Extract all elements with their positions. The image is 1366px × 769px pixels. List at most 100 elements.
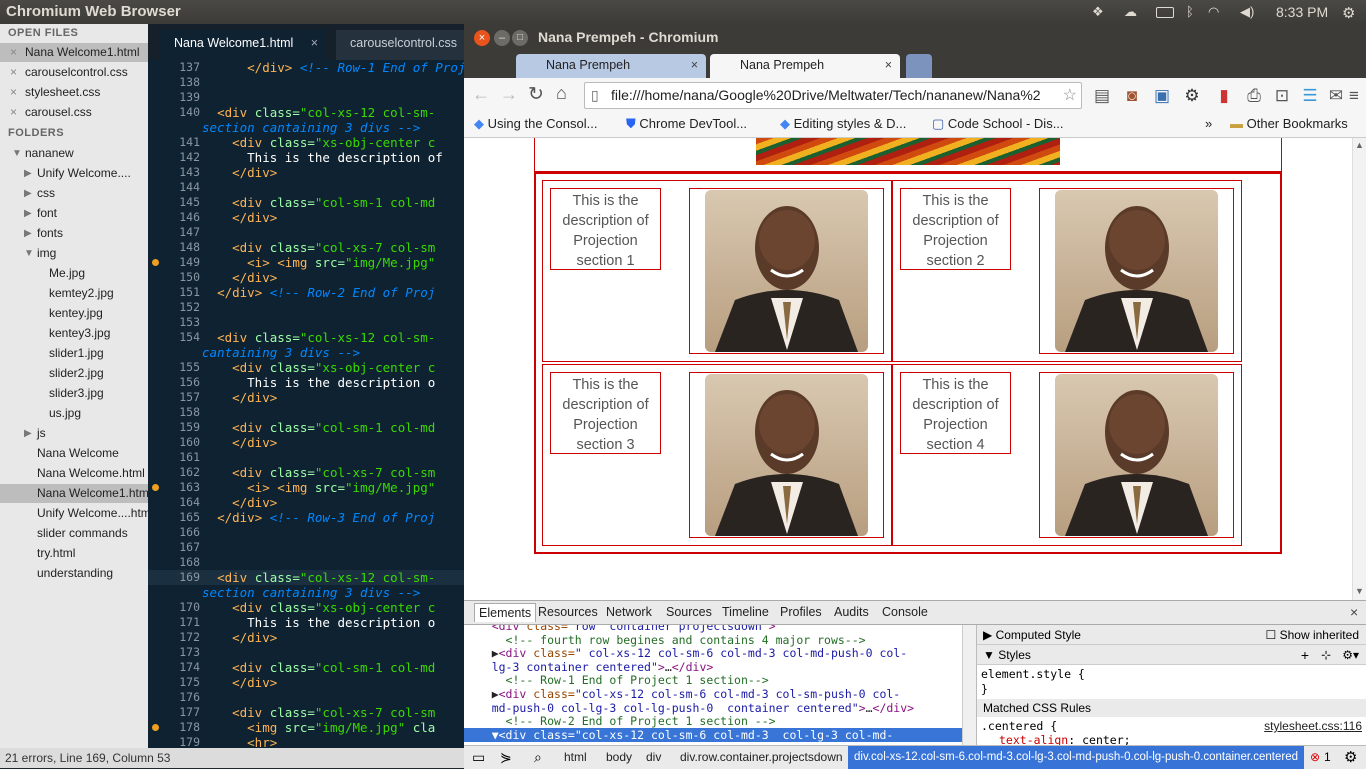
code-line[interactable]: cantaining 3 divs -->	[148, 345, 464, 360]
code-line[interactable]: 141 <div class="xs-obj-center c	[148, 135, 464, 150]
devtools-tab[interactable]: Audits	[834, 605, 869, 619]
lock-extension-icon[interactable]: ⊡	[1272, 86, 1292, 106]
folder-collapsed-chevron-icon[interactable]: ▶	[24, 164, 32, 183]
close-icon[interactable]: ×	[10, 43, 17, 62]
element-style-rule[interactable]: element.style {	[981, 667, 1085, 681]
code-line[interactable]: 156 This is the description o	[148, 375, 464, 390]
error-icon[interactable]: ⊗	[1310, 750, 1320, 764]
page-scrollbar[interactable]: ▲ ▼	[1352, 138, 1366, 600]
tree-file-item[interactable]: understanding	[0, 564, 148, 583]
tree-file-item[interactable]: try.html	[0, 544, 148, 563]
tree-file-item[interactable]: Nana Welcome1.html	[0, 484, 148, 503]
dom-breadcrumb[interactable]: div	[646, 750, 661, 764]
tree-file-item[interactable]: kemtey2.jpg	[0, 284, 148, 303]
tree-file-item[interactable]: slider2.jpg	[0, 364, 148, 383]
bookmark-item[interactable]: ◆ Using the Consol...	[474, 116, 597, 132]
tree-folder-item[interactable]: ▼ nananew	[0, 144, 148, 163]
code-line[interactable]: 178 <img src="img/Me.jpg" cla	[148, 720, 464, 735]
tree-folder-item[interactable]: ▶ css	[0, 184, 148, 203]
dom-node[interactable]: ▶<div class=" col-xs-12 col-sm-6 col-md-…	[464, 646, 962, 660]
address-bar[interactable]: ▯ file:///home/nana/Google%20Drive/Meltw…	[584, 82, 1082, 109]
code-line[interactable]: 164 </div>	[148, 495, 464, 510]
code-line[interactable]: 149 <i> <img src="img/Me.jpg"	[148, 255, 464, 270]
devtools-tab[interactable]: Console	[882, 605, 928, 619]
volume-icon[interactable]: ◀)	[1240, 4, 1254, 20]
code-line[interactable]: 148 <div class="col-xs-7 col-sm	[148, 240, 464, 255]
lint-error-marker[interactable]	[152, 724, 159, 731]
folder-collapsed-chevron-icon[interactable]: ▶	[24, 184, 32, 203]
chat-extension-icon[interactable]: ☰	[1300, 86, 1320, 106]
code-line[interactable]: 151 </div> <!-- Row-2 End of Proj	[148, 285, 464, 300]
code-line[interactable]: 166	[148, 525, 464, 540]
code-line[interactable]: 162 <div class="col-xs-7 col-sm	[148, 465, 464, 480]
extension-gear-icon[interactable]: ⚙	[1182, 86, 1202, 106]
tree-file-item[interactable]: kentey.jpg	[0, 304, 148, 323]
other-bookmarks[interactable]: ▬ Other Bookmarks	[1230, 116, 1348, 131]
code-line[interactable]: 147	[148, 225, 464, 240]
code-line[interactable]: 139	[148, 90, 464, 105]
tree-folder-item[interactable]: ▶ Unify Welcome....	[0, 164, 148, 183]
dom-node[interactable]: <!-- Row-1 End of Project 1 section-->	[464, 673, 962, 687]
dom-scrollbar[interactable]	[962, 625, 976, 745]
open-file-item[interactable]: × carousel.css	[0, 103, 148, 122]
editor-tab-active[interactable]: Nana Welcome1.html ×	[160, 30, 326, 60]
close-icon[interactable]: ×	[885, 54, 892, 76]
open-file-item[interactable]: × Nana Welcome1.html	[0, 43, 148, 62]
bookmark-item[interactable]: ⛊ Chrome DevTool...	[626, 116, 747, 132]
lint-error-marker[interactable]	[152, 259, 159, 266]
page-viewport[interactable]: This is the description of Projection se…	[464, 138, 1352, 600]
minimize-window-icon[interactable]: –	[494, 30, 510, 46]
tree-folder-item[interactable]: ▶ js	[0, 424, 148, 443]
tree-file-item[interactable]: slider commands	[0, 524, 148, 543]
code-line[interactable]: 173	[148, 645, 464, 660]
forward-icon[interactable]: →	[500, 84, 518, 105]
tree-file-item[interactable]: Me.jpg	[0, 264, 148, 283]
code-line[interactable]: 144	[148, 180, 464, 195]
tree-file-item[interactable]: Nana Welcome.html	[0, 464, 148, 483]
tree-file-item[interactable]: us.jpg	[0, 404, 148, 423]
code-line[interactable]: 176	[148, 690, 464, 705]
code-line[interactable]: 174 <div class="col-sm-1 col-md	[148, 660, 464, 675]
dom-node[interactable]: md-push-0 col-lg-3 col-lg-push-0 contain…	[464, 701, 962, 715]
devtools-tab[interactable]: Elements	[474, 603, 537, 622]
computed-style-section[interactable]: ▶ Computed Style ☐ Show inherited	[977, 625, 1366, 645]
close-icon[interactable]: ×	[691, 54, 698, 76]
code-line[interactable]: 143 </div>	[148, 165, 464, 180]
tree-file-item[interactable]: Unify Welcome....html	[0, 504, 148, 523]
tree-folder-item[interactable]: ▶ fonts	[0, 224, 148, 243]
close-icon[interactable]: ×	[10, 103, 17, 122]
dock-toggle-icon[interactable]: ▭	[472, 749, 485, 766]
tree-file-item[interactable]: Nana Welcome	[0, 444, 148, 463]
show-inherited-toggle[interactable]: ☐ Show inherited	[1266, 625, 1359, 645]
battery-icon[interactable]	[1156, 7, 1174, 18]
cloud-icon[interactable]: ☁	[1124, 4, 1137, 20]
dom-node[interactable]: <!-- Row-2 End of Project 1 section -->	[464, 714, 962, 728]
css-rule-selector[interactable]: .centered {	[981, 719, 1057, 733]
folder-collapsed-chevron-icon[interactable]: ▶	[24, 204, 32, 223]
settings-gear-icon[interactable]: ⚙	[1342, 4, 1355, 22]
code-line[interactable]: 155 <div class="xs-obj-center c	[148, 360, 464, 375]
tree-folder-item[interactable]: ▶ font	[0, 204, 148, 223]
scroll-up-icon[interactable]: ▲	[1355, 140, 1364, 150]
tree-file-item[interactable]: slider3.jpg	[0, 384, 148, 403]
pdf-extension-icon[interactable]: ▮	[1214, 86, 1234, 106]
styles-settings-icon[interactable]: ⚙▾	[1342, 645, 1359, 665]
close-window-icon[interactable]: ×	[474, 30, 490, 46]
reload-icon[interactable]: ↻	[528, 83, 544, 106]
lint-error-marker[interactable]	[152, 484, 159, 491]
code-line[interactable]: 165 </div> <!-- Row-3 End of Proj	[148, 510, 464, 525]
close-icon[interactable]: ×	[10, 83, 17, 102]
inspect-search-icon[interactable]: ⌕	[534, 749, 542, 766]
toggle-state-icon[interactable]: ⊹	[1321, 645, 1331, 665]
wifi-icon[interactable]: ◠	[1208, 4, 1219, 20]
close-icon[interactable]: ×	[311, 30, 318, 56]
dom-breadcrumb[interactable]: html	[564, 750, 587, 764]
maximize-window-icon[interactable]: □	[512, 30, 528, 46]
browser-tab-active[interactable]: Nana Prempeh ×	[710, 54, 900, 79]
browser-tab[interactable]: Nana Prempeh ×	[516, 54, 706, 79]
folder-collapsed-chevron-icon[interactable]: ▶	[24, 424, 32, 443]
close-devtools-icon[interactable]: ×	[1350, 604, 1358, 620]
code-line[interactable]: 167	[148, 540, 464, 555]
dom-breadcrumb[interactable]: div.row.container.projectsdown	[680, 750, 843, 764]
code-line[interactable]: section cantaining 3 divs -->	[148, 120, 464, 135]
